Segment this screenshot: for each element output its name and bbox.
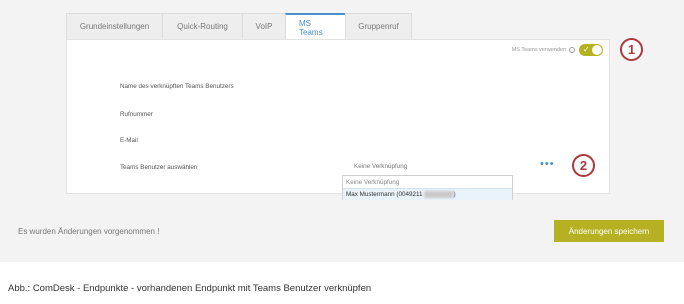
more-options-icon[interactable]: ••• [540,158,555,170]
tab-bar: Grundeinstellungen Quick-Routing VoIP MS… [66,13,412,40]
tab-gruppenruf[interactable]: Gruppenruf [345,13,412,39]
tab-voip[interactable]: VoIP [242,13,286,39]
teams-user-select[interactable]: Keine Verknüpfung [354,163,540,174]
teams-user-dropdown: Keine Verknüpfung Max Mustermann (004921… [342,175,513,200]
callout-2: 2 [572,154,595,177]
dropdown-option-user-label: Max Mustermann (0049211 [346,191,423,198]
redacted-number [423,191,454,198]
dropdown-option-user[interactable]: Max Mustermann (0049211 ) [343,188,512,200]
toggle-knob [592,45,602,55]
unsaved-changes-message: Es wurden Änderungen vorgenommen ! [18,227,160,236]
save-changes-button[interactable]: Änderungen speichern [554,220,664,242]
tab-grundeinstellungen[interactable]: Grundeinstellungen [66,13,163,39]
ms-teams-toggle-label: MS Teams verwenden [511,47,566,53]
endpoint-settings-screen: Grundeinstellungen Quick-Routing VoIP MS… [0,0,684,262]
tab-quick-routing[interactable]: Quick-Routing [162,13,243,39]
info-icon[interactable]: i [569,47,575,53]
callout-1: 1 [620,38,643,61]
tab-ms-teams[interactable]: MS Teams [285,13,346,40]
figure-caption: Abb.: ComDesk - Endpunkte - vorhandenen … [8,283,372,294]
email-label: E-Mail [120,137,138,144]
select-teams-user-label: Teams Benutzer auswählen [120,164,198,171]
teams-user-name-label: Name des verknüpften Teams Benutzers [120,83,234,90]
ms-teams-toggle-row: MS Teams verwenden i ✓ [512,44,603,56]
dropdown-option-none[interactable]: Keine Verknüpfung [343,176,512,188]
phone-number-label: Rufnummer [120,111,153,118]
ms-teams-toggle[interactable]: ✓ [579,44,603,56]
dropdown-option-user-closing: ) [453,191,456,198]
ms-teams-panel: MS Teams verwenden i ✓ Name des verknüpf… [66,39,610,194]
check-icon: ✓ [583,45,590,54]
